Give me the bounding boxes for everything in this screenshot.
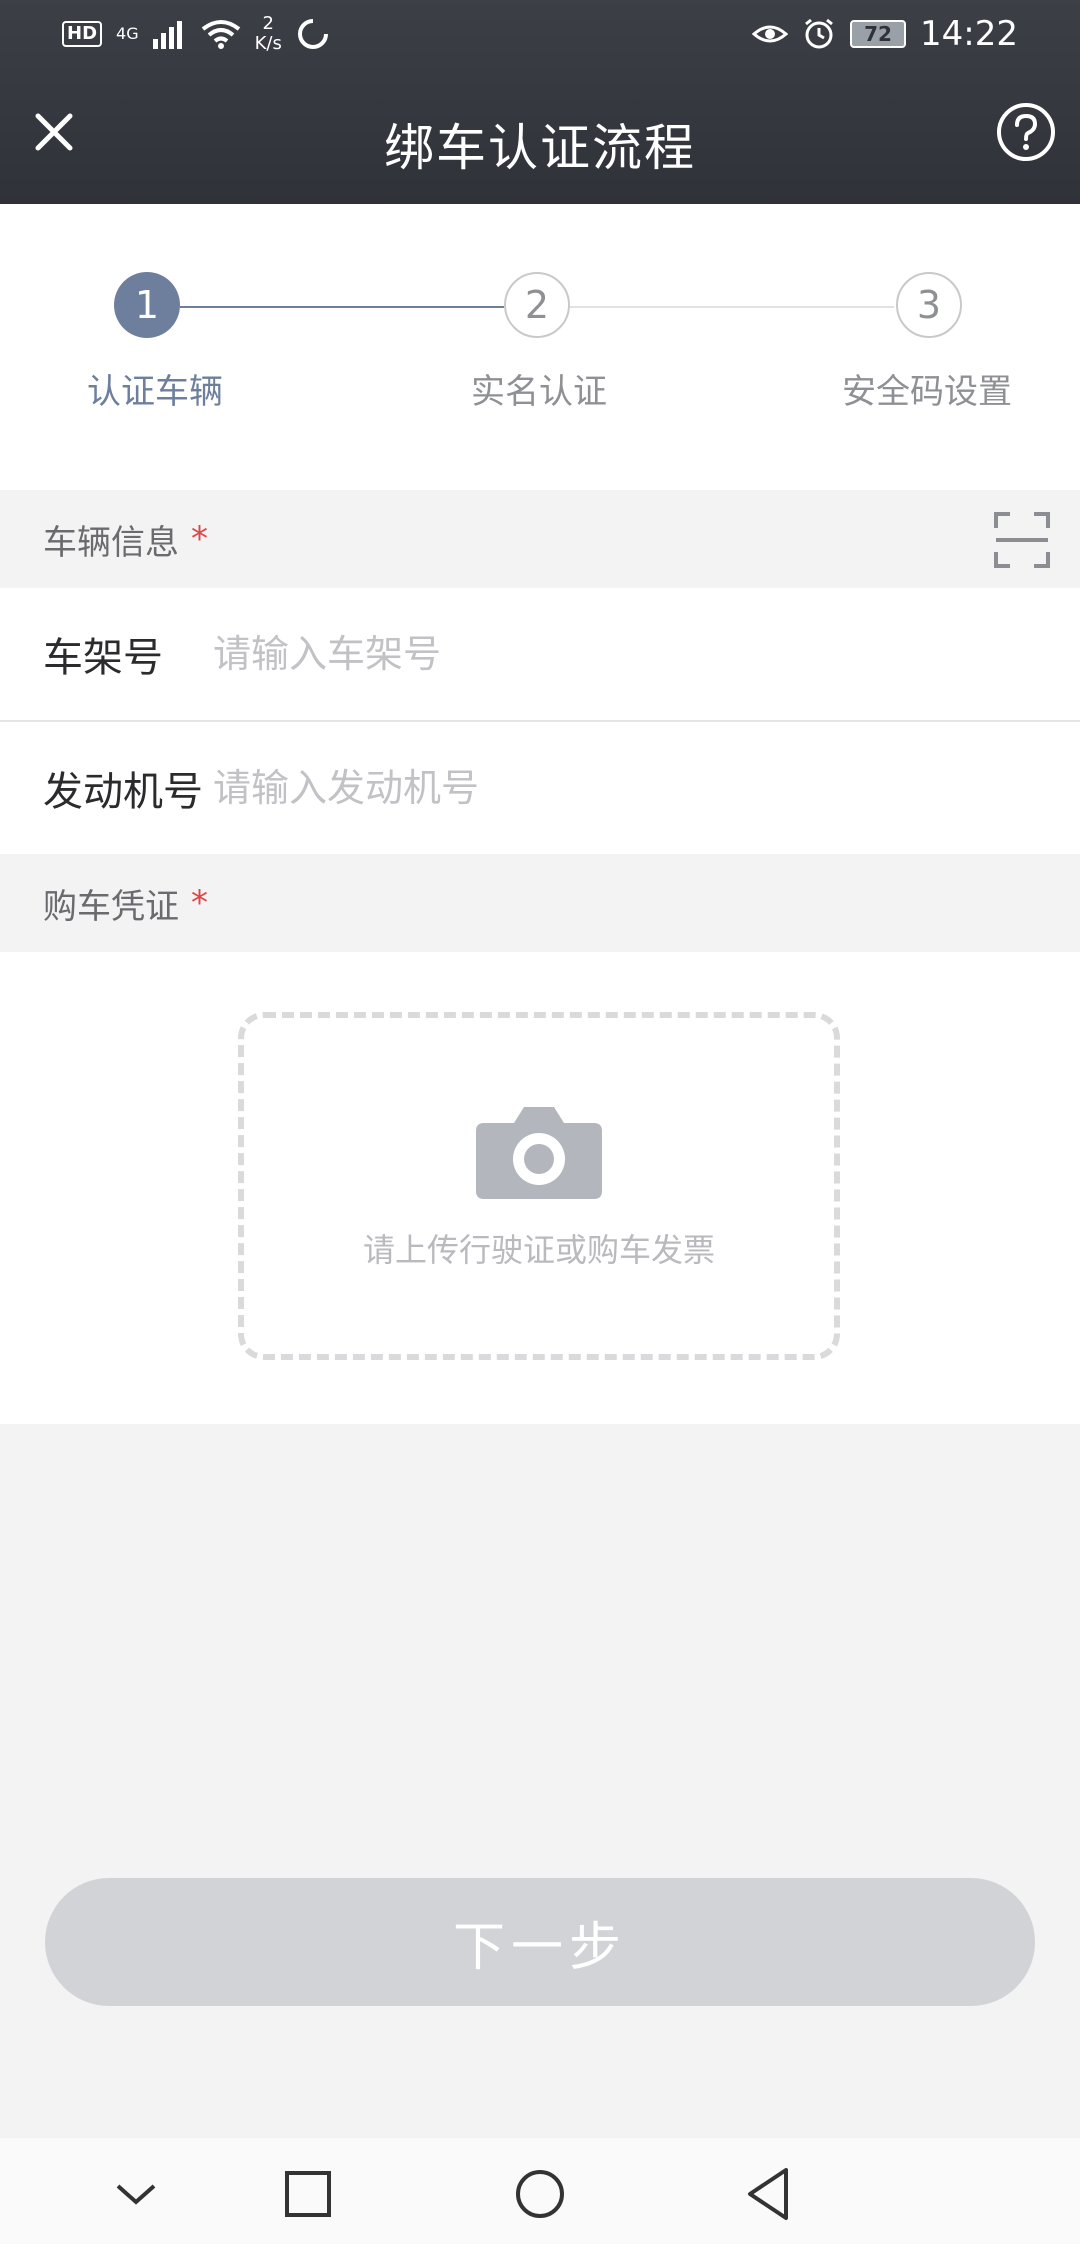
step-2-label: 实名认证 (471, 372, 607, 412)
hd-badge: HD (62, 21, 103, 47)
scan-icon (994, 512, 1050, 568)
clock: 14:22 (920, 14, 1018, 54)
step-connector-2 (570, 306, 894, 308)
scan-button[interactable] (994, 512, 1050, 568)
header: HD 4G 2 K/s 72 14:22 绑车认证流程 (0, 0, 1080, 204)
vin-field-row: 车架号 (0, 588, 1080, 720)
nav-recent-button[interactable] (280, 2166, 336, 2222)
purchase-proof-title: 购车凭证 (43, 886, 179, 927)
signal-icon (152, 21, 182, 49)
required-mark: * (191, 519, 208, 559)
vehicle-info-header: 车辆信息 * (0, 490, 1080, 588)
progress-steps: 1 2 3 认证车辆 实名认证 安全码设置 (0, 204, 1080, 490)
network-speed: 2 K/s (255, 14, 282, 54)
page-title: 绑车认证流程 (384, 119, 696, 177)
nav-back-button[interactable] (742, 2166, 798, 2222)
vehicle-info-title: 车辆信息 (43, 522, 179, 563)
sync-icon (297, 19, 328, 49)
system-nav-bar (0, 2138, 1080, 2244)
speed-value: 2 (262, 13, 274, 34)
app-root: HD 4G 2 K/s 72 14:22 绑车认证流程 1 2 3 认证车辆 实… (0, 0, 1080, 2244)
step-3-circle: 3 (896, 272, 962, 338)
step-connector-1 (180, 306, 504, 308)
engine-label: 发动机号 (43, 769, 203, 815)
required-mark: * (191, 883, 208, 923)
nav-home-icon (516, 2170, 564, 2218)
upload-section: 请上传行驶证或购车发票 (0, 952, 1080, 1424)
nav-recent-icon (285, 2171, 331, 2217)
battery-indicator: 72 (850, 20, 907, 48)
next-step-button[interactable]: 下一步 (45, 1878, 1035, 2006)
purchase-proof-header: 购车凭证 * (0, 854, 1080, 952)
step-2-circle: 2 (504, 272, 570, 338)
camera-icon (476, 1107, 602, 1199)
vin-label: 车架号 (43, 635, 163, 681)
vin-input[interactable] (213, 609, 1080, 699)
step-3-label: 安全码设置 (842, 372, 1012, 412)
speed-unit: K/s (254, 33, 282, 54)
nav-down-icon (116, 2184, 156, 2205)
help-button[interactable] (994, 100, 1058, 164)
wifi-icon (201, 20, 240, 49)
network-type: 4G (116, 24, 139, 43)
nav-back-icon (748, 2168, 788, 2220)
nav-down-button[interactable] (108, 2166, 164, 2222)
eye-icon (752, 25, 789, 43)
step-1-circle: 1 (114, 272, 180, 338)
step-1-label: 认证车辆 (87, 372, 223, 412)
engine-field-row: 发动机号 (0, 722, 1080, 854)
status-left: HD 4G 2 K/s (62, 14, 330, 54)
upload-area[interactable]: 请上传行驶证或购车发票 (238, 1012, 840, 1360)
upload-hint: 请上传行驶证或购车发票 (362, 1231, 715, 1269)
alarm-icon (805, 18, 833, 49)
status-bar: HD 4G 2 K/s 72 14:22 (0, 0, 1080, 72)
nav-home-button[interactable] (512, 2166, 568, 2222)
engine-number-input[interactable] (213, 743, 1080, 833)
help-icon (997, 103, 1055, 161)
status-right: 72 14:22 (752, 14, 1018, 54)
